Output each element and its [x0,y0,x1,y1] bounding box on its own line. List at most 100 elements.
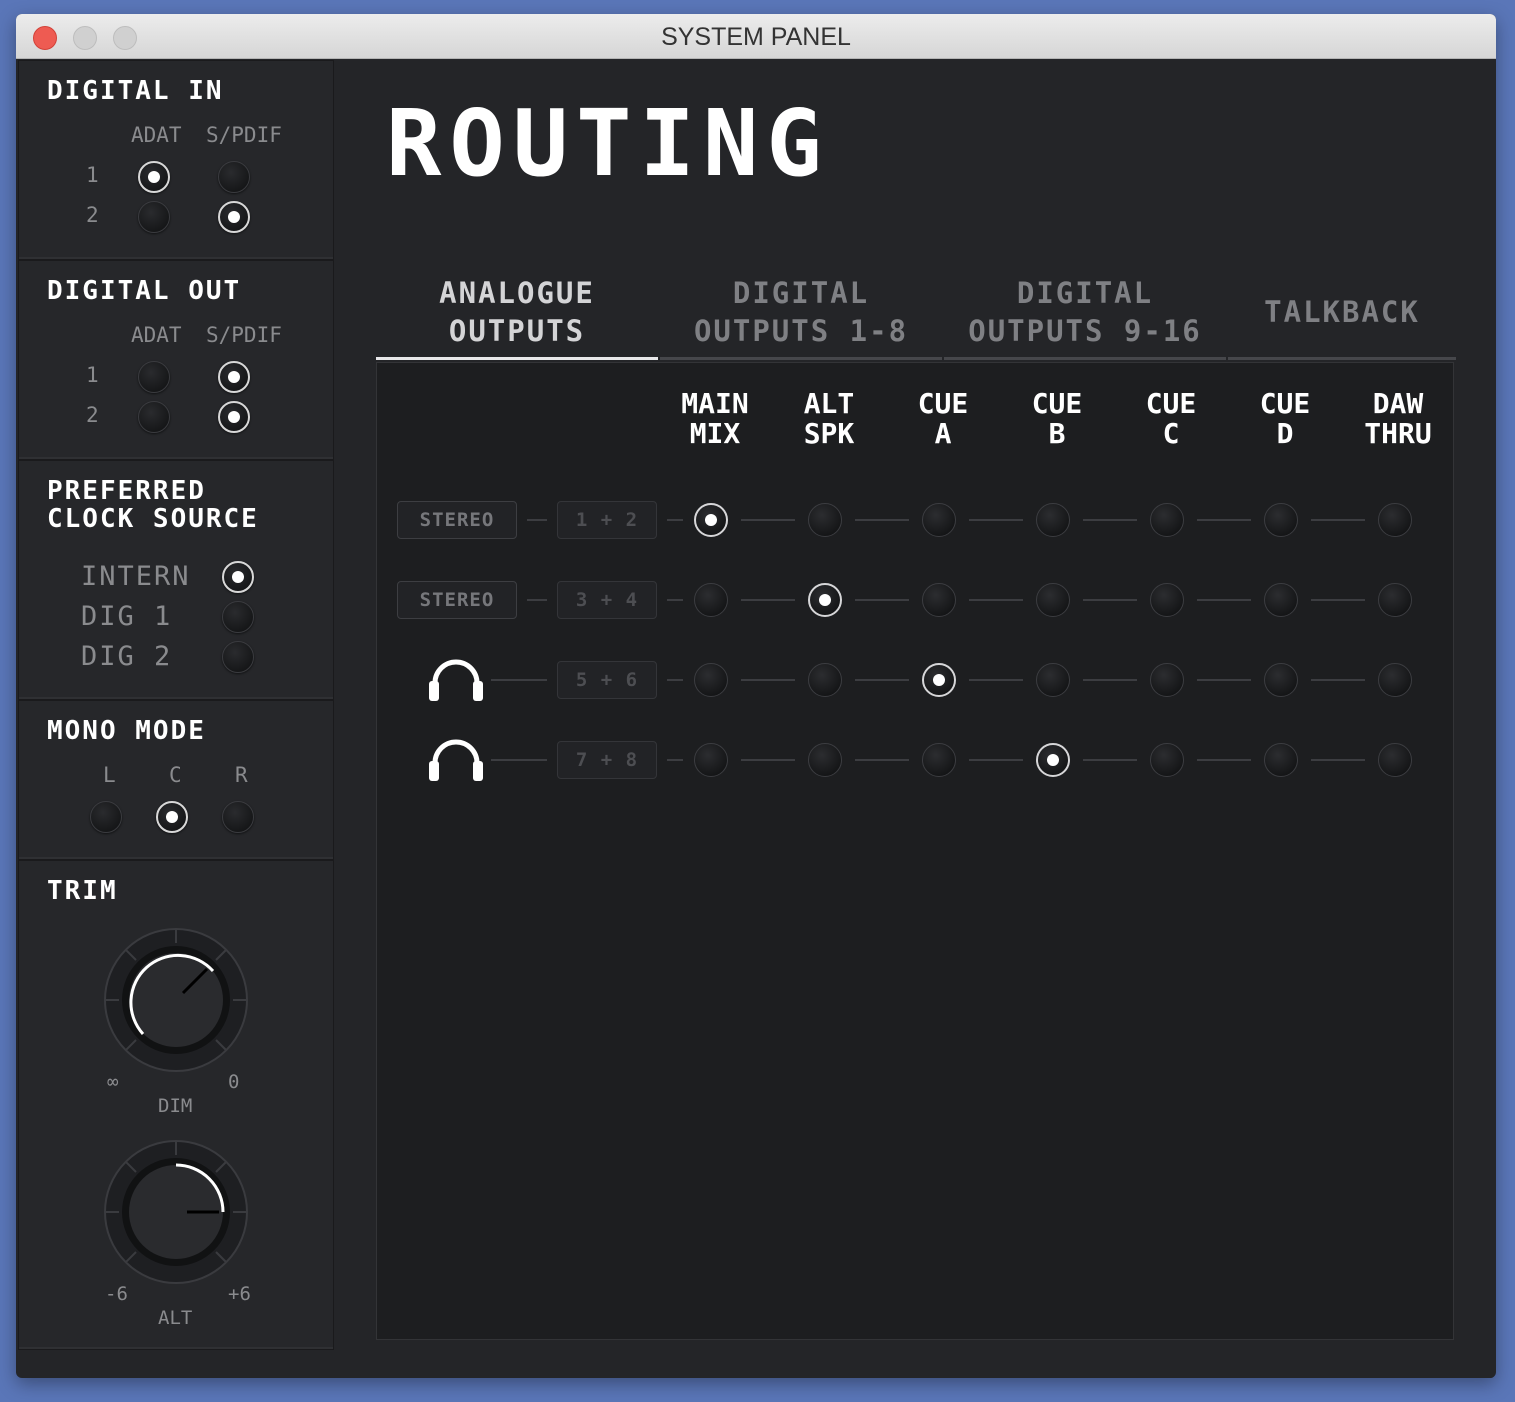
route-r1-main-mix[interactable] [694,503,728,537]
route-r4-cue-b[interactable] [1036,743,1070,777]
mono-label-r: R [235,763,248,787]
row-channels: 7 + 8 [557,741,657,779]
route-r4-alt-spk[interactable] [808,743,842,777]
mono-l-radio[interactable] [90,801,122,833]
routing-main: ROUTING ANALOGUE OUTPUTS DIGITAL OUTPUTS… [334,60,1494,1378]
routing-matrix: MAIN MIX ALT SPK CUE A CUE B CUE C CUE D… [376,362,1454,1340]
digital-in-2-adat-radio[interactable] [138,201,170,233]
digital-out-row-1: 1 [86,363,99,387]
sidebar: DIGITAL IN ADAT S/PDIF 1 2 DIGITAL OUT A… [18,60,334,1350]
route-r2-cue-d[interactable] [1264,583,1298,617]
alt-knob[interactable] [103,1139,249,1285]
digital-out-1-spdif-radio[interactable] [218,361,250,393]
clock-option-dig1: DIG 1 [81,601,173,632]
row-type-stereo: STEREO [397,581,517,619]
tab-talkback[interactable]: TALKBACK [1228,266,1456,360]
mono-label-c: C [169,763,182,787]
row-channels: 5 + 6 [557,661,657,699]
mono-mode-title: MONO MODE [47,716,206,746]
tab-digital-outputs-9-16[interactable]: DIGITAL OUTPUTS 9-16 [944,266,1226,360]
digital-in-row-2: 2 [86,203,99,227]
row-type-stereo: STEREO [397,501,517,539]
route-r1-cue-d[interactable] [1264,503,1298,537]
alt-label: ALT [158,1307,193,1329]
headphones-icon [429,659,483,701]
digital-out-col-adat: ADAT [131,323,182,347]
row-channels: 1 + 2 [557,501,657,539]
dim-min-label: ∞ [107,1071,119,1093]
tab-digital-outputs-1-8[interactable]: DIGITAL OUTPUTS 1-8 [660,266,942,360]
route-r4-cue-c[interactable] [1150,743,1184,777]
digital-in-title: DIGITAL IN [47,76,224,106]
alt-max-label: +6 [228,1283,251,1305]
route-r3-cue-d[interactable] [1264,663,1298,697]
route-r4-main-mix[interactable] [694,743,728,777]
digital-out-col-spdif: S/PDIF [206,323,282,347]
digital-out-2-adat-radio[interactable] [138,401,170,433]
system-panel-window: SYSTEM PANEL DIGITAL IN ADAT S/PDIF 1 2 … [16,14,1496,1378]
tab-analogue-outputs[interactable]: ANALOGUE OUTPUTS [376,266,658,360]
route-r2-cue-c[interactable] [1150,583,1184,617]
route-r2-alt-spk[interactable] [808,583,842,617]
col-cue-d: CUE D [1259,387,1311,450]
trim-panel: TRIM ∞ 0 DIM -6 +6 ALT [18,860,334,1350]
route-r2-cue-b[interactable] [1036,583,1070,617]
clock-option-intern: INTERN [81,561,191,592]
route-r3-main-mix[interactable] [694,663,728,697]
digital-out-2-spdif-radio[interactable] [218,401,250,433]
dim-knob-graphic [104,928,248,1072]
digital-in-row-1: 1 [86,163,99,187]
digital-out-row-2: 2 [86,403,99,427]
col-main-mix: MAIN MIX [681,387,749,450]
digital-in-col-adat: ADAT [131,123,182,147]
route-r1-cue-c[interactable] [1150,503,1184,537]
col-alt-spk: ALT SPK [803,387,855,450]
route-r3-daw-thru[interactable] [1378,663,1412,697]
route-r1-alt-spk[interactable] [808,503,842,537]
route-r1-cue-a[interactable] [922,503,956,537]
clock-dig2-radio[interactable] [222,641,254,673]
page-title: ROUTING [386,90,830,197]
route-r3-cue-a[interactable] [922,663,956,697]
mono-label-l: L [103,763,116,787]
route-r4-cue-a[interactable] [922,743,956,777]
window-title: SYSTEM PANEL [661,23,851,51]
route-r1-daw-thru[interactable] [1378,503,1412,537]
mono-mode-panel: MONO MODE L C R [18,700,334,860]
digital-out-panel: DIGITAL OUT ADAT S/PDIF 1 2 [18,260,334,460]
trim-title: TRIM [47,876,118,906]
clock-source-title: PREFERRED CLOCK SOURCE [47,476,259,534]
digital-in-1-adat-radio[interactable] [138,161,170,193]
mono-c-radio[interactable] [156,801,188,833]
col-cue-b: CUE B [1031,387,1083,450]
route-r4-daw-thru[interactable] [1378,743,1412,777]
alt-min-label: -6 [105,1283,128,1305]
route-r2-main-mix[interactable] [694,583,728,617]
clock-intern-radio[interactable] [222,561,254,593]
route-r3-cue-b[interactable] [1036,663,1070,697]
route-r2-cue-a[interactable] [922,583,956,617]
route-r3-alt-spk[interactable] [808,663,842,697]
route-r3-cue-c[interactable] [1150,663,1184,697]
clock-dig1-radio[interactable] [222,601,254,633]
headphones-icon [429,739,483,781]
digital-in-1-spdif-radio[interactable] [218,161,250,193]
route-r1-cue-b[interactable] [1036,503,1070,537]
dim-max-label: 0 [228,1071,240,1093]
route-r2-daw-thru[interactable] [1378,583,1412,617]
clock-option-dig2: DIG 2 [81,641,173,672]
alt-knob-graphic [104,1140,248,1284]
clock-source-panel: PREFERRED CLOCK SOURCE INTERN DIG 1 DIG … [18,460,334,700]
dim-label: DIM [158,1095,193,1117]
digital-in-2-spdif-radio[interactable] [218,201,250,233]
digital-in-panel: DIGITAL IN ADAT S/PDIF 1 2 [18,60,334,260]
row-channels: 3 + 4 [557,581,657,619]
digital-out-1-adat-radio[interactable] [138,361,170,393]
digital-out-title: DIGITAL OUT [47,276,242,306]
col-cue-a: CUE A [917,387,969,450]
digital-in-col-spdif: S/PDIF [206,123,282,147]
dim-knob[interactable] [103,927,249,1073]
mono-r-radio[interactable] [222,801,254,833]
title-bar[interactable]: SYSTEM PANEL [16,14,1496,59]
route-r4-cue-d[interactable] [1264,743,1298,777]
